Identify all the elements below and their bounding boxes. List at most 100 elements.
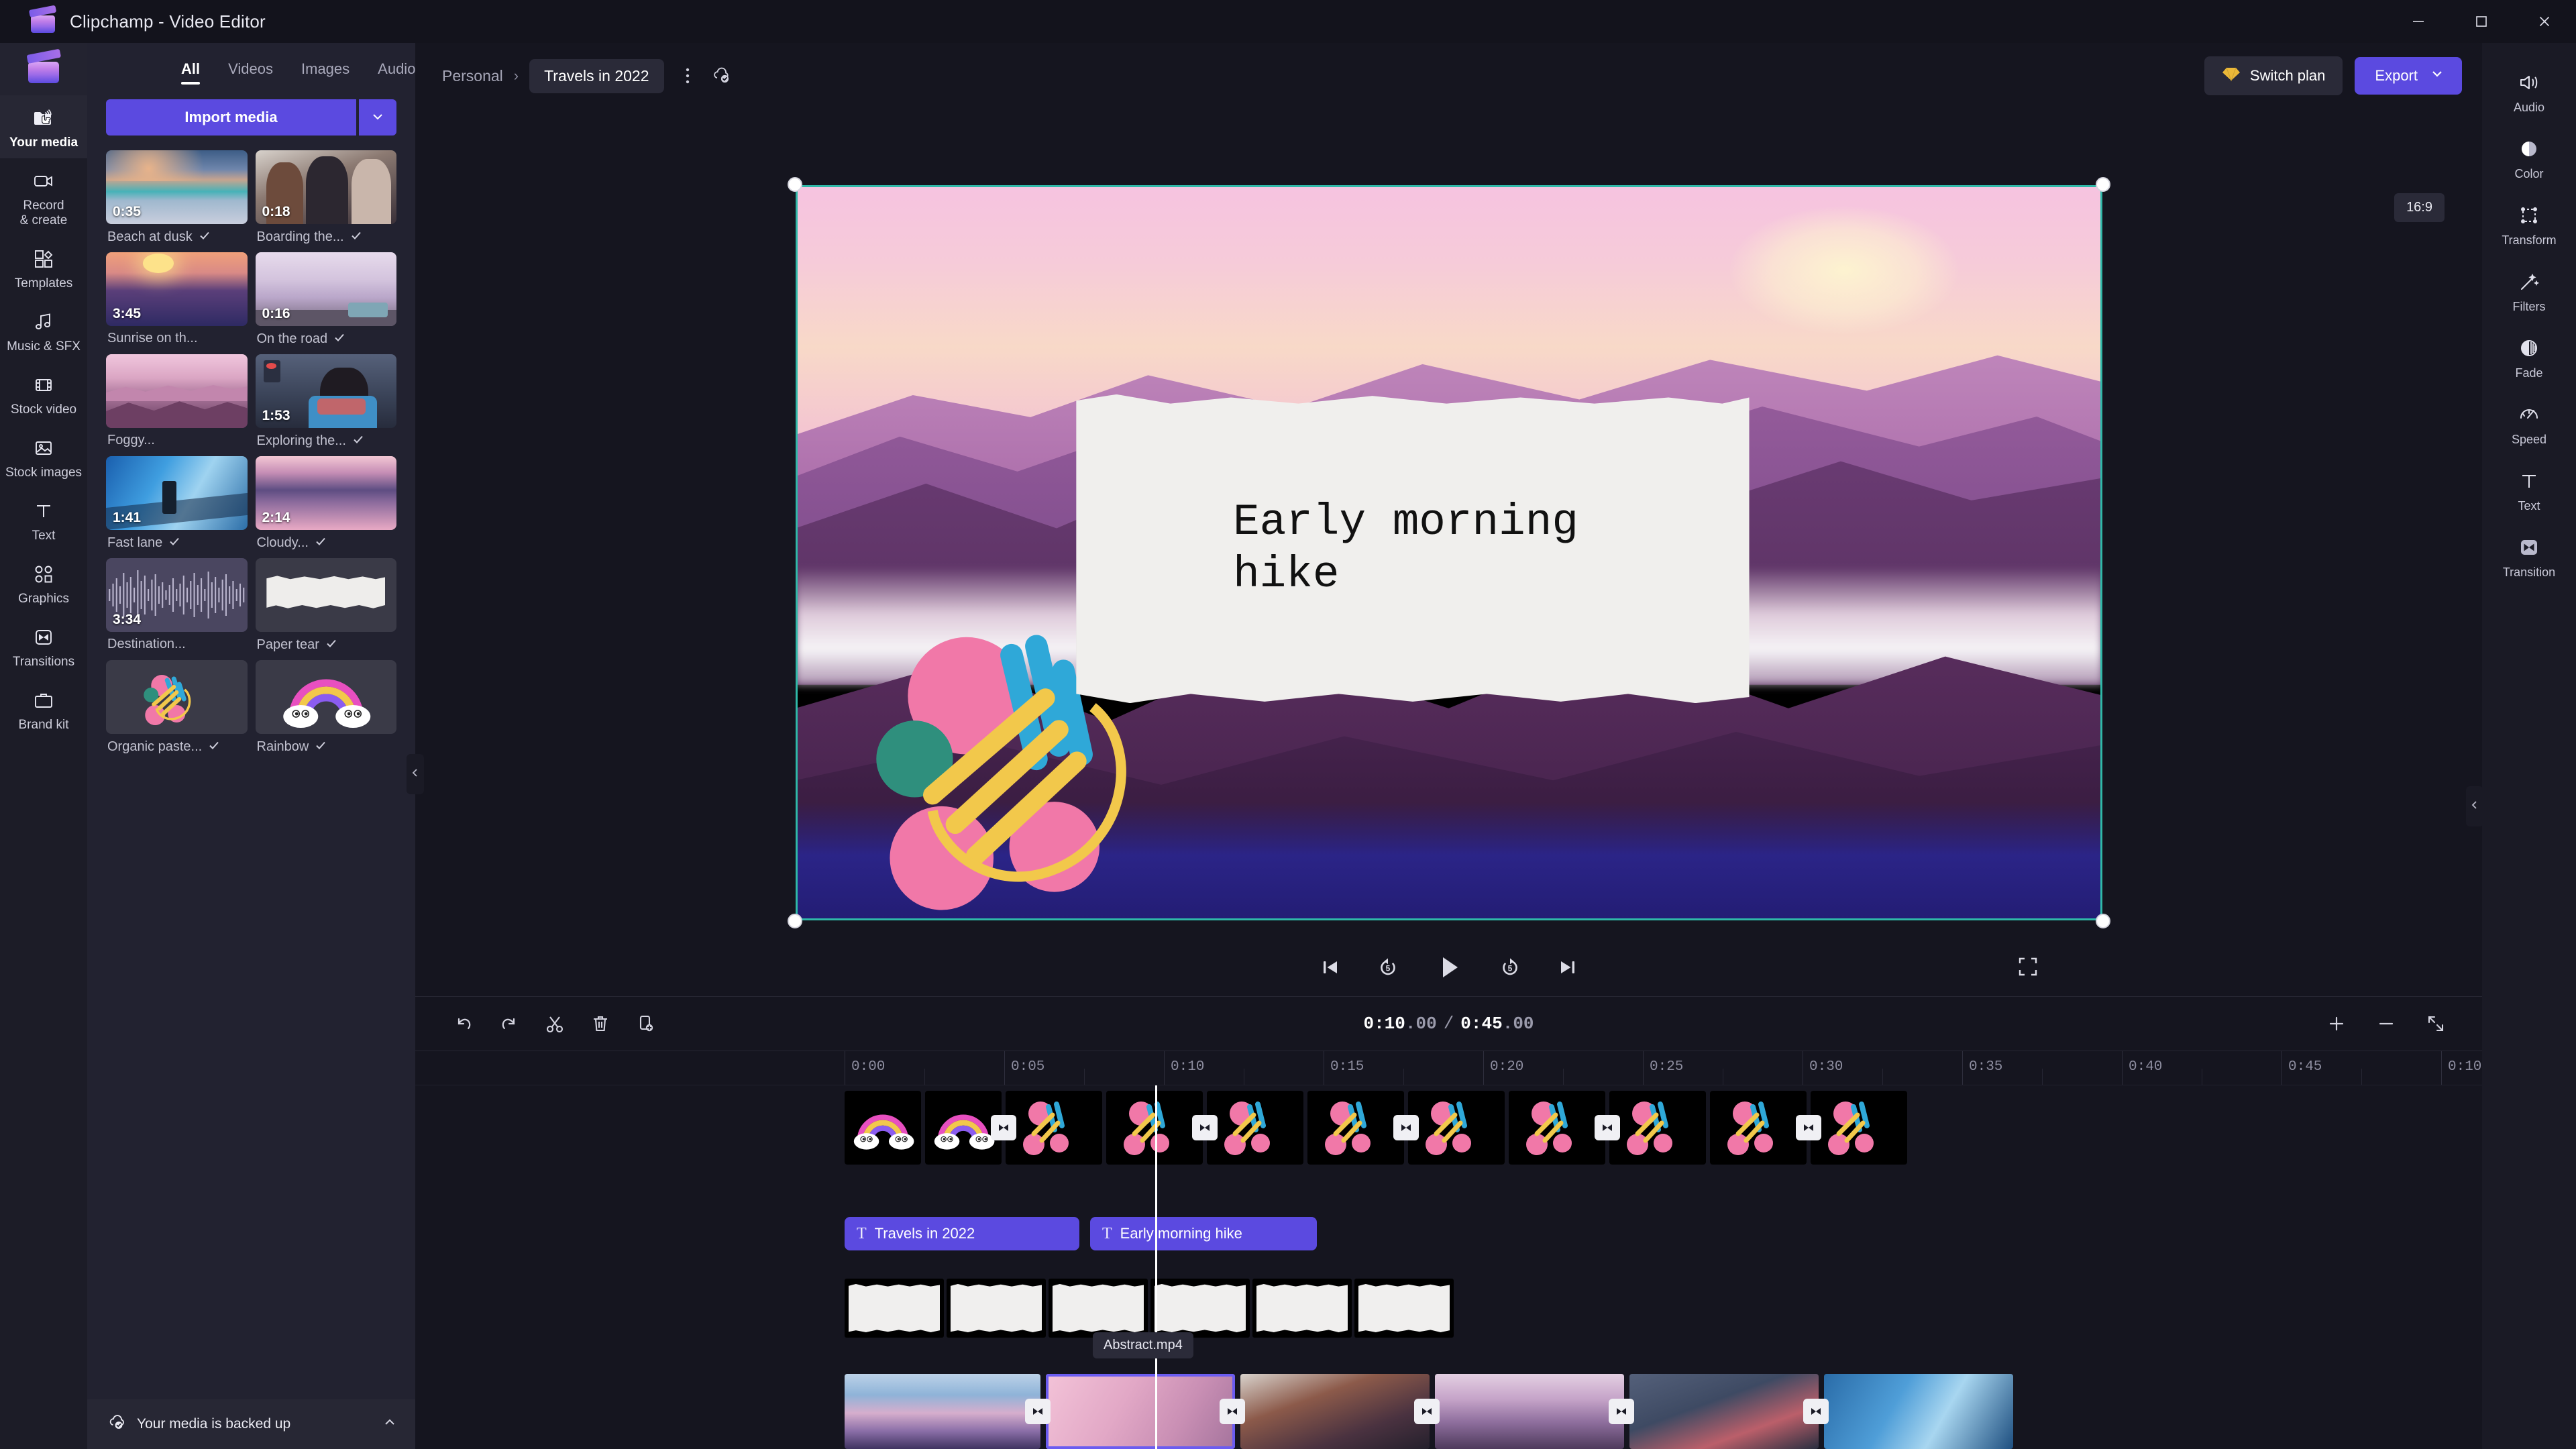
- export-button[interactable]: Export: [2355, 57, 2462, 95]
- media-item[interactable]: 0:35 Beach at dusk: [106, 150, 248, 246]
- paper-clip[interactable]: [947, 1279, 1046, 1338]
- resize-handle-bottom-left[interactable]: [787, 913, 802, 928]
- sidebar-item-templates[interactable]: Templates: [0, 236, 87, 299]
- media-item[interactable]: 1:53 Exploring the...: [255, 354, 396, 449]
- paper-clip[interactable]: [1252, 1279, 1352, 1338]
- video-clip[interactable]: [845, 1374, 1040, 1449]
- tab-audio[interactable]: Audio: [378, 60, 415, 85]
- resize-handle-top-right[interactable]: [2095, 176, 2110, 192]
- video-clip[interactable]: [1824, 1374, 2013, 1449]
- media-item[interactable]: 0:18 Boarding the...: [255, 150, 396, 246]
- rewind-5-icon[interactable]: 5: [1375, 954, 1401, 981]
- forward-5-icon[interactable]: 5: [1497, 954, 1523, 981]
- sidebar-item-graphics[interactable]: Graphics: [0, 551, 87, 614]
- project-name[interactable]: Travels in 2022: [529, 58, 664, 93]
- tab-all[interactable]: All: [181, 60, 201, 85]
- resize-handle-top-left[interactable]: [787, 176, 802, 192]
- breadcrumb-root[interactable]: Personal: [442, 67, 503, 85]
- paper-clip[interactable]: [845, 1279, 944, 1338]
- transition-icon[interactable]: [1025, 1399, 1051, 1424]
- play-icon[interactable]: [1432, 951, 1466, 984]
- graphics-clip[interactable]: [1307, 1091, 1404, 1165]
- property-audio[interactable]: Audio: [2482, 58, 2576, 124]
- sidebar-item-text[interactable]: Text: [0, 488, 87, 551]
- preview-canvas[interactable]: Early morning hike: [795, 184, 2102, 920]
- paper-text-card[interactable]: Early morning hike: [1076, 394, 1750, 704]
- video-clip[interactable]: [1435, 1374, 1624, 1449]
- graphics-clip[interactable]: [925, 1091, 1002, 1165]
- undo-icon[interactable]: [441, 1005, 486, 1042]
- tab-images[interactable]: Images: [301, 60, 350, 85]
- graphics-clip[interactable]: [1207, 1091, 1303, 1165]
- trash-icon[interactable]: [578, 1005, 623, 1042]
- collapse-properties-panel-button[interactable]: [2466, 786, 2483, 826]
- transition-icon[interactable]: [1595, 1115, 1620, 1140]
- video-clip[interactable]: [1629, 1374, 1819, 1449]
- transition-icon[interactable]: [1192, 1115, 1218, 1140]
- transition-icon[interactable]: [1414, 1399, 1440, 1424]
- property-speed[interactable]: Speed: [2482, 390, 2576, 456]
- skip-start-icon[interactable]: [1317, 954, 1344, 981]
- timeline-ruler[interactable]: 0:00 0:05 0:10 0:15 0:20 0:25 0:30 0:35 0:40 0:45…: [415, 1051, 2522, 1085]
- sidebar-item-stock-video[interactable]: Stock video: [0, 362, 87, 425]
- import-media-button[interactable]: Import media: [106, 99, 356, 136]
- paper-clip[interactable]: [1354, 1279, 1454, 1338]
- plus-icon[interactable]: [2316, 1005, 2357, 1042]
- maximize-icon[interactable]: [2450, 0, 2513, 43]
- media-item[interactable]: Paper tear: [255, 558, 396, 653]
- playhead[interactable]: [1155, 1085, 1157, 1449]
- media-item[interactable]: Rainbow: [255, 660, 396, 755]
- transition-icon[interactable]: [1796, 1115, 1821, 1140]
- chevron-up-icon[interactable]: [382, 1414, 398, 1434]
- switch-plan-button[interactable]: Switch plan: [2204, 56, 2343, 95]
- tab-videos[interactable]: Videos: [228, 60, 273, 85]
- resize-handle-bottom-right[interactable]: [2095, 913, 2110, 928]
- graphics-clip[interactable]: [1811, 1091, 1907, 1165]
- graphics-clip[interactable]: [1408, 1091, 1505, 1165]
- close-icon[interactable]: [2513, 0, 2576, 43]
- graphics-clip[interactable]: [1509, 1091, 1605, 1165]
- video-clip[interactable]: [1240, 1374, 1430, 1449]
- cloud-check-icon[interactable]: [711, 66, 734, 86]
- property-fade[interactable]: Fade: [2482, 323, 2576, 390]
- property-text[interactable]: Text: [2482, 456, 2576, 523]
- redo-icon[interactable]: [486, 1005, 532, 1042]
- graphics-clip[interactable]: [1710, 1091, 1807, 1165]
- app-logo[interactable]: [0, 43, 87, 95]
- transition-icon[interactable]: [1393, 1115, 1419, 1140]
- graphics-clip[interactable]: [1609, 1091, 1706, 1165]
- aspect-ratio-badge[interactable]: 16:9: [2394, 193, 2445, 222]
- sidebar-item-transitions[interactable]: Transitions: [0, 614, 87, 678]
- transition-icon[interactable]: [1609, 1399, 1634, 1424]
- property-transform[interactable]: Transform: [2482, 191, 2576, 257]
- media-item[interactable]: 0:16 On the road: [255, 252, 396, 347]
- more-vertical-icon[interactable]: [672, 66, 703, 86]
- text-clip[interactable]: T Travels in 2022: [845, 1217, 1079, 1250]
- media-item[interactable]: 2:14 Cloudy...: [255, 456, 396, 551]
- sidebar-item-record-create[interactable]: Record & create: [0, 158, 87, 236]
- skip-end-icon[interactable]: [1554, 954, 1581, 981]
- sidebar-item-your-media[interactable]: Your media: [0, 95, 87, 158]
- sidebar-item-music-sfx[interactable]: Music & SFX: [0, 299, 87, 362]
- sidebar-item-brand-kit[interactable]: Brand kit: [0, 678, 87, 741]
- import-media-dropdown[interactable]: [359, 99, 396, 136]
- minus-icon[interactable]: [2365, 1005, 2407, 1042]
- sidebar-item-stock-images[interactable]: Stock images: [0, 425, 87, 488]
- minimize-icon[interactable]: [2387, 0, 2450, 43]
- media-item[interactable]: Foggy...: [106, 354, 248, 449]
- transition-icon[interactable]: [991, 1115, 1016, 1140]
- duplicate-icon[interactable]: [623, 1005, 669, 1042]
- fit-timeline-icon[interactable]: [2415, 1005, 2457, 1042]
- property-filters[interactable]: Filters: [2482, 257, 2576, 323]
- transition-icon[interactable]: [1803, 1399, 1829, 1424]
- text-clip[interactable]: T Early morning hike: [1090, 1217, 1317, 1250]
- media-item[interactable]: 1:41 Fast lane: [106, 456, 248, 551]
- graphics-clip[interactable]: [845, 1091, 921, 1165]
- property-transition[interactable]: Transition: [2482, 523, 2576, 589]
- transition-icon[interactable]: [1220, 1399, 1245, 1424]
- paper-clip[interactable]: [1150, 1279, 1250, 1338]
- media-item[interactable]: Organic paste...: [106, 660, 248, 755]
- media-item[interactable]: 3:45 Sunrise on th...: [106, 252, 248, 347]
- media-item[interactable]: 3:34 Destination...: [106, 558, 248, 653]
- backup-status-bar[interactable]: Your media is backed up: [87, 1399, 415, 1449]
